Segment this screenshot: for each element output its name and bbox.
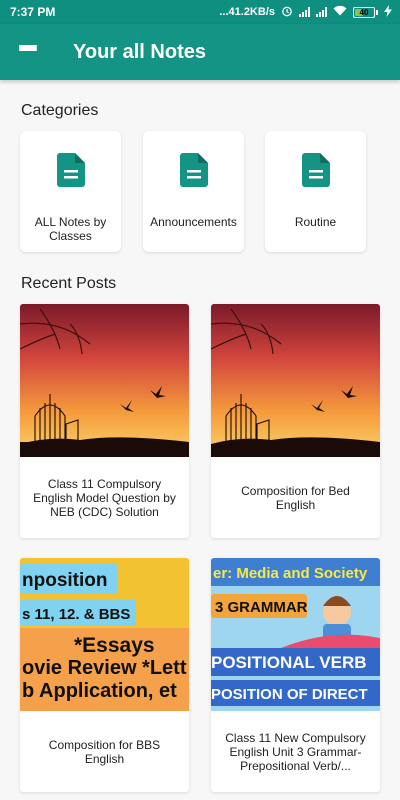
post-title: Composition for BBS English: [48, 737, 161, 766]
app-title: Your all Notes: [73, 40, 206, 63]
category-routine[interactable]: Routine: [265, 131, 366, 252]
charging-icon: [384, 4, 392, 20]
svg-text:nposition: nposition: [22, 570, 107, 591]
category-label: ALL Notes by Classes: [34, 215, 107, 243]
document-icon: [56, 153, 85, 187]
category-label: Routine: [294, 215, 337, 229]
status-time: 7:37 PM: [10, 5, 56, 19]
svg-text:POSITION OF DIRECT: POSITION OF DIRECT: [211, 686, 368, 703]
battery-icon: 40: [353, 6, 378, 18]
post-title: Composition for Bed English: [241, 483, 350, 512]
category-announcements[interactable]: Announcements: [143, 131, 244, 252]
recent-posts-heading: Recent Posts: [21, 275, 117, 292]
svg-text:ovie Review *Lett: ovie Review *Lett: [22, 657, 187, 679]
post-thumbnail: er: Media and Society 3 GRAMMAR POSITION…: [211, 558, 380, 711]
post-thumbnail: nposition s 11, 12. & BBS *Essays ovie R…: [20, 558, 189, 711]
menu-icon: [19, 45, 37, 59]
status-bar: 7:37 PM ...41.2KB/s 40: [0, 0, 400, 24]
svg-text:b Application, et: b Application, et: [22, 680, 177, 702]
post-card[interactable]: Class 11 Compulsory English Model Questi…: [20, 304, 189, 538]
network-speed: ...41.2KB/s: [219, 6, 275, 18]
alarm-icon: [281, 5, 293, 20]
document-icon: [179, 153, 208, 187]
status-indicators: ...41.2KB/s 40: [219, 4, 392, 20]
signal-icon: [299, 7, 310, 17]
svg-text:POSITIONAL VERB: POSITIONAL VERB: [211, 653, 367, 672]
post-card[interactable]: er: Media and Society 3 GRAMMAR POSITION…: [211, 558, 380, 792]
category-all-notes[interactable]: ALL Notes by Classes: [20, 131, 121, 252]
app-bar: Your all Notes: [0, 24, 400, 80]
categories-heading: Categories: [21, 102, 99, 119]
post-thumbnail: [211, 304, 380, 457]
menu-button[interactable]: [0, 24, 56, 80]
svg-text:3 GRAMMAR: 3 GRAMMAR: [215, 599, 308, 616]
post-title: Class 11 New Compulsory English Unit 3 G…: [225, 730, 366, 773]
svg-text:*Essays: *Essays: [74, 634, 155, 657]
document-icon: [301, 153, 330, 187]
signal-icon: [316, 7, 327, 17]
svg-text:er: Media and Society: er: Media and Society: [213, 565, 368, 582]
svg-text:s 11, 12. & BBS: s 11, 12. & BBS: [22, 606, 130, 623]
category-label: Announcements: [150, 215, 237, 229]
wifi-icon: [333, 5, 347, 19]
post-thumbnail: [20, 304, 189, 457]
post-title: Class 11 Compulsory English Model Questi…: [33, 476, 176, 519]
post-card[interactable]: Composition for Bed English: [211, 304, 380, 538]
post-card[interactable]: nposition s 11, 12. & BBS *Essays ovie R…: [20, 558, 189, 792]
